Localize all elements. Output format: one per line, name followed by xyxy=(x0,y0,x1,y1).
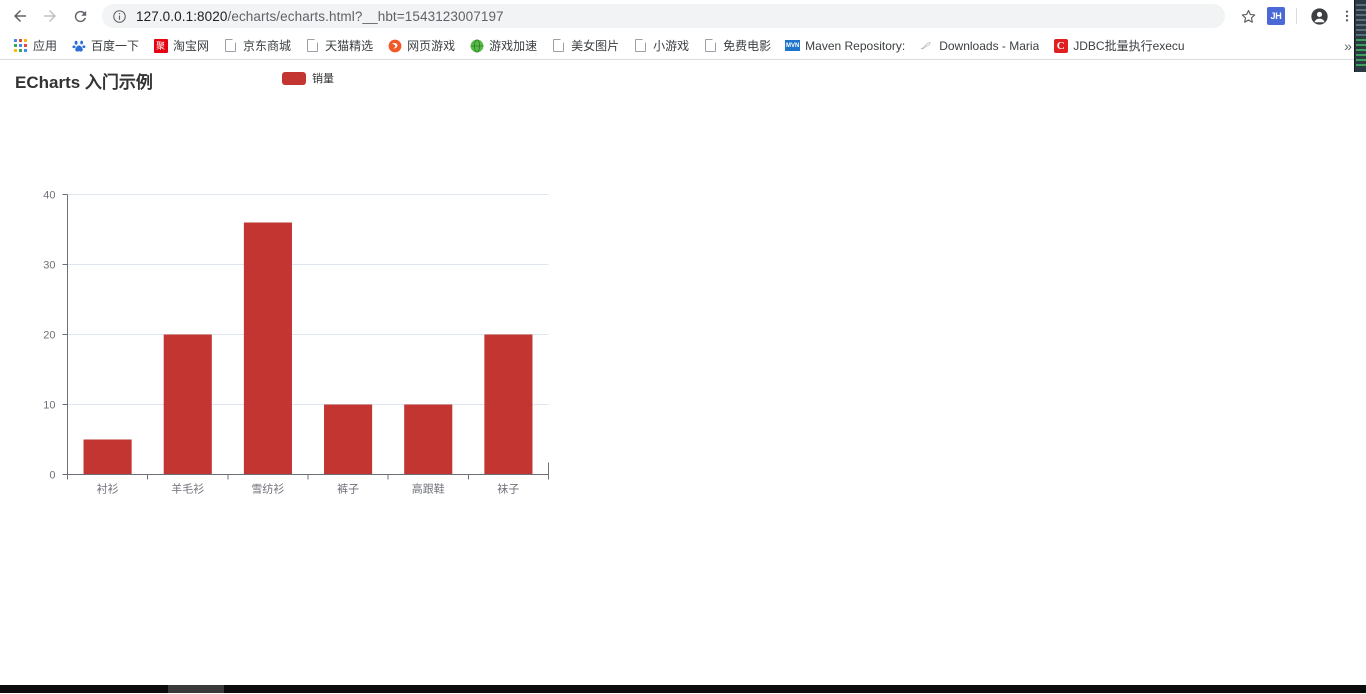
bookmark-gamespeed[interactable]: 游戏加速 xyxy=(462,35,544,57)
apps-grid-icon xyxy=(13,38,28,53)
bookmark-apps[interactable]: 应用 xyxy=(6,35,64,57)
bookmark-label: 游戏加速 xyxy=(489,39,538,53)
bar-chart: 0 10 20 30 40 衬衫 羊毛衫 雪纺衫 裤子 高跟鞋 袜子 xyxy=(0,60,600,520)
webgame-icon xyxy=(387,38,402,53)
bookmark-tmall[interactable]: 天猫精选 xyxy=(298,35,380,57)
bookmark-label: JDBC批量执行execu xyxy=(1073,39,1185,53)
page-icon xyxy=(551,38,566,53)
bookmark-label: 应用 xyxy=(33,39,58,53)
toolbar-right-icons: JH xyxy=(1233,3,1360,29)
bookmark-label: 淘宝网 xyxy=(173,39,210,53)
bookmark-label: 小游戏 xyxy=(653,39,690,53)
url-host: 127.0.0.1:8020 xyxy=(136,8,228,24)
bar-3[interactable] xyxy=(243,222,292,475)
bookmark-maven[interactable]: MVN Maven Repository: xyxy=(778,35,912,57)
reload-button[interactable] xyxy=(66,2,94,30)
bar-4[interactable] xyxy=(324,404,373,475)
page-content: ECharts 入门示例 销量 0 10 20 30 40 衬衫 羊毛衫 雪纺衫 裤子 高跟鞋 袜子 xyxy=(0,60,1366,693)
x-axis-tick-label: 衬衫 xyxy=(97,483,119,496)
x-axis-tick-label: 裤子 xyxy=(337,482,359,496)
bookmark-label: 美女图片 xyxy=(571,39,620,53)
y-axis-tick-label: 10 xyxy=(43,400,55,412)
bookmark-mianfeidianying[interactable]: 免费电影 xyxy=(696,35,778,57)
gamespeed-icon xyxy=(469,38,484,53)
toolbar-divider xyxy=(1296,8,1297,24)
bookmark-label: 免费电影 xyxy=(723,39,772,53)
x-axis-tick-label: 雪纺衫 xyxy=(251,482,284,496)
bookmark-xiaoyouxi[interactable]: 小游戏 xyxy=(626,35,696,57)
bookmark-label: 网页游戏 xyxy=(407,39,456,53)
bookmark-jd[interactable]: 京东商城 xyxy=(216,35,298,57)
bar-5[interactable] xyxy=(404,404,453,475)
y-axis-tick-label: 0 xyxy=(49,470,55,482)
x-axis-tick-label: 高跟鞋 xyxy=(412,482,445,496)
info-circle-icon[interactable] xyxy=(112,9,127,24)
bookmarks-bar: 应用 百度一下 聚 淘宝网 京东商城 天猫精选 网页游戏 游戏加速 美女图片 小… xyxy=(0,32,1366,60)
y-axis-tick-label: 40 xyxy=(43,190,55,202)
address-bar[interactable]: 127.0.0.1:8020/echarts/echarts.html?__hb… xyxy=(102,4,1225,28)
page-icon xyxy=(223,38,238,53)
csdn-icon: C xyxy=(1053,38,1068,53)
y-axis-tick-label: 30 xyxy=(43,260,55,272)
chart-canvas: 0 10 20 30 40 衬衫 羊毛衫 雪纺衫 裤子 高跟鞋 袜子 xyxy=(43,190,549,496)
browser-toolbar: 127.0.0.1:8020/echarts/echarts.html?__hb… xyxy=(0,0,1366,32)
forward-button[interactable] xyxy=(36,2,64,30)
bookmark-jdbc[interactable]: C JDBC批量执行execu xyxy=(1046,35,1191,57)
bookmark-label: Downloads - Maria xyxy=(939,38,1040,53)
bookmark-mariadb[interactable]: Downloads - Maria xyxy=(912,35,1046,57)
x-axis-tick-label: 羊毛衫 xyxy=(171,482,204,496)
bottom-strip-segment xyxy=(168,685,224,693)
bookmark-baidu[interactable]: 百度一下 xyxy=(64,35,146,57)
bookmark-label: 百度一下 xyxy=(91,39,140,53)
x-axis-tick-label: 袜子 xyxy=(497,482,519,496)
extension-badge-label: JH xyxy=(1267,7,1285,25)
bookmark-label: 天猫精选 xyxy=(325,39,374,53)
bar-2[interactable] xyxy=(163,334,212,475)
maven-icon: MVN xyxy=(785,38,801,53)
bookmark-star-icon[interactable] xyxy=(1235,3,1261,29)
bottom-status-strip xyxy=(0,685,1366,693)
bookmark-webgame[interactable]: 网页游戏 xyxy=(380,35,462,57)
extension-badge[interactable]: JH xyxy=(1263,3,1289,29)
taobao-icon: 聚 xyxy=(153,38,168,53)
bookmark-label: Maven Repository: xyxy=(805,38,906,53)
right-edge-panel xyxy=(1354,0,1366,72)
mariadb-icon xyxy=(919,38,934,53)
page-icon xyxy=(305,38,320,53)
bookmark-meinvtupian[interactable]: 美女图片 xyxy=(544,35,626,57)
profile-avatar-icon[interactable] xyxy=(1306,3,1332,29)
bookmark-label: 京东商城 xyxy=(243,39,292,53)
bookmark-taobao[interactable]: 聚 淘宝网 xyxy=(146,35,216,57)
browser-window: 127.0.0.1:8020/echarts/echarts.html?__hb… xyxy=(0,0,1366,694)
page-icon xyxy=(703,38,718,53)
url-text: 127.0.0.1:8020/echarts/echarts.html?__hb… xyxy=(136,9,504,24)
baidu-icon xyxy=(71,38,86,53)
url-path: /echarts/echarts.html?__hbt=154312300719… xyxy=(227,8,504,24)
back-button[interactable] xyxy=(6,2,34,30)
y-axis-tick-label: 20 xyxy=(43,330,55,342)
bar-6[interactable] xyxy=(484,334,533,475)
bar-1[interactable] xyxy=(83,439,132,475)
page-icon xyxy=(633,38,648,53)
